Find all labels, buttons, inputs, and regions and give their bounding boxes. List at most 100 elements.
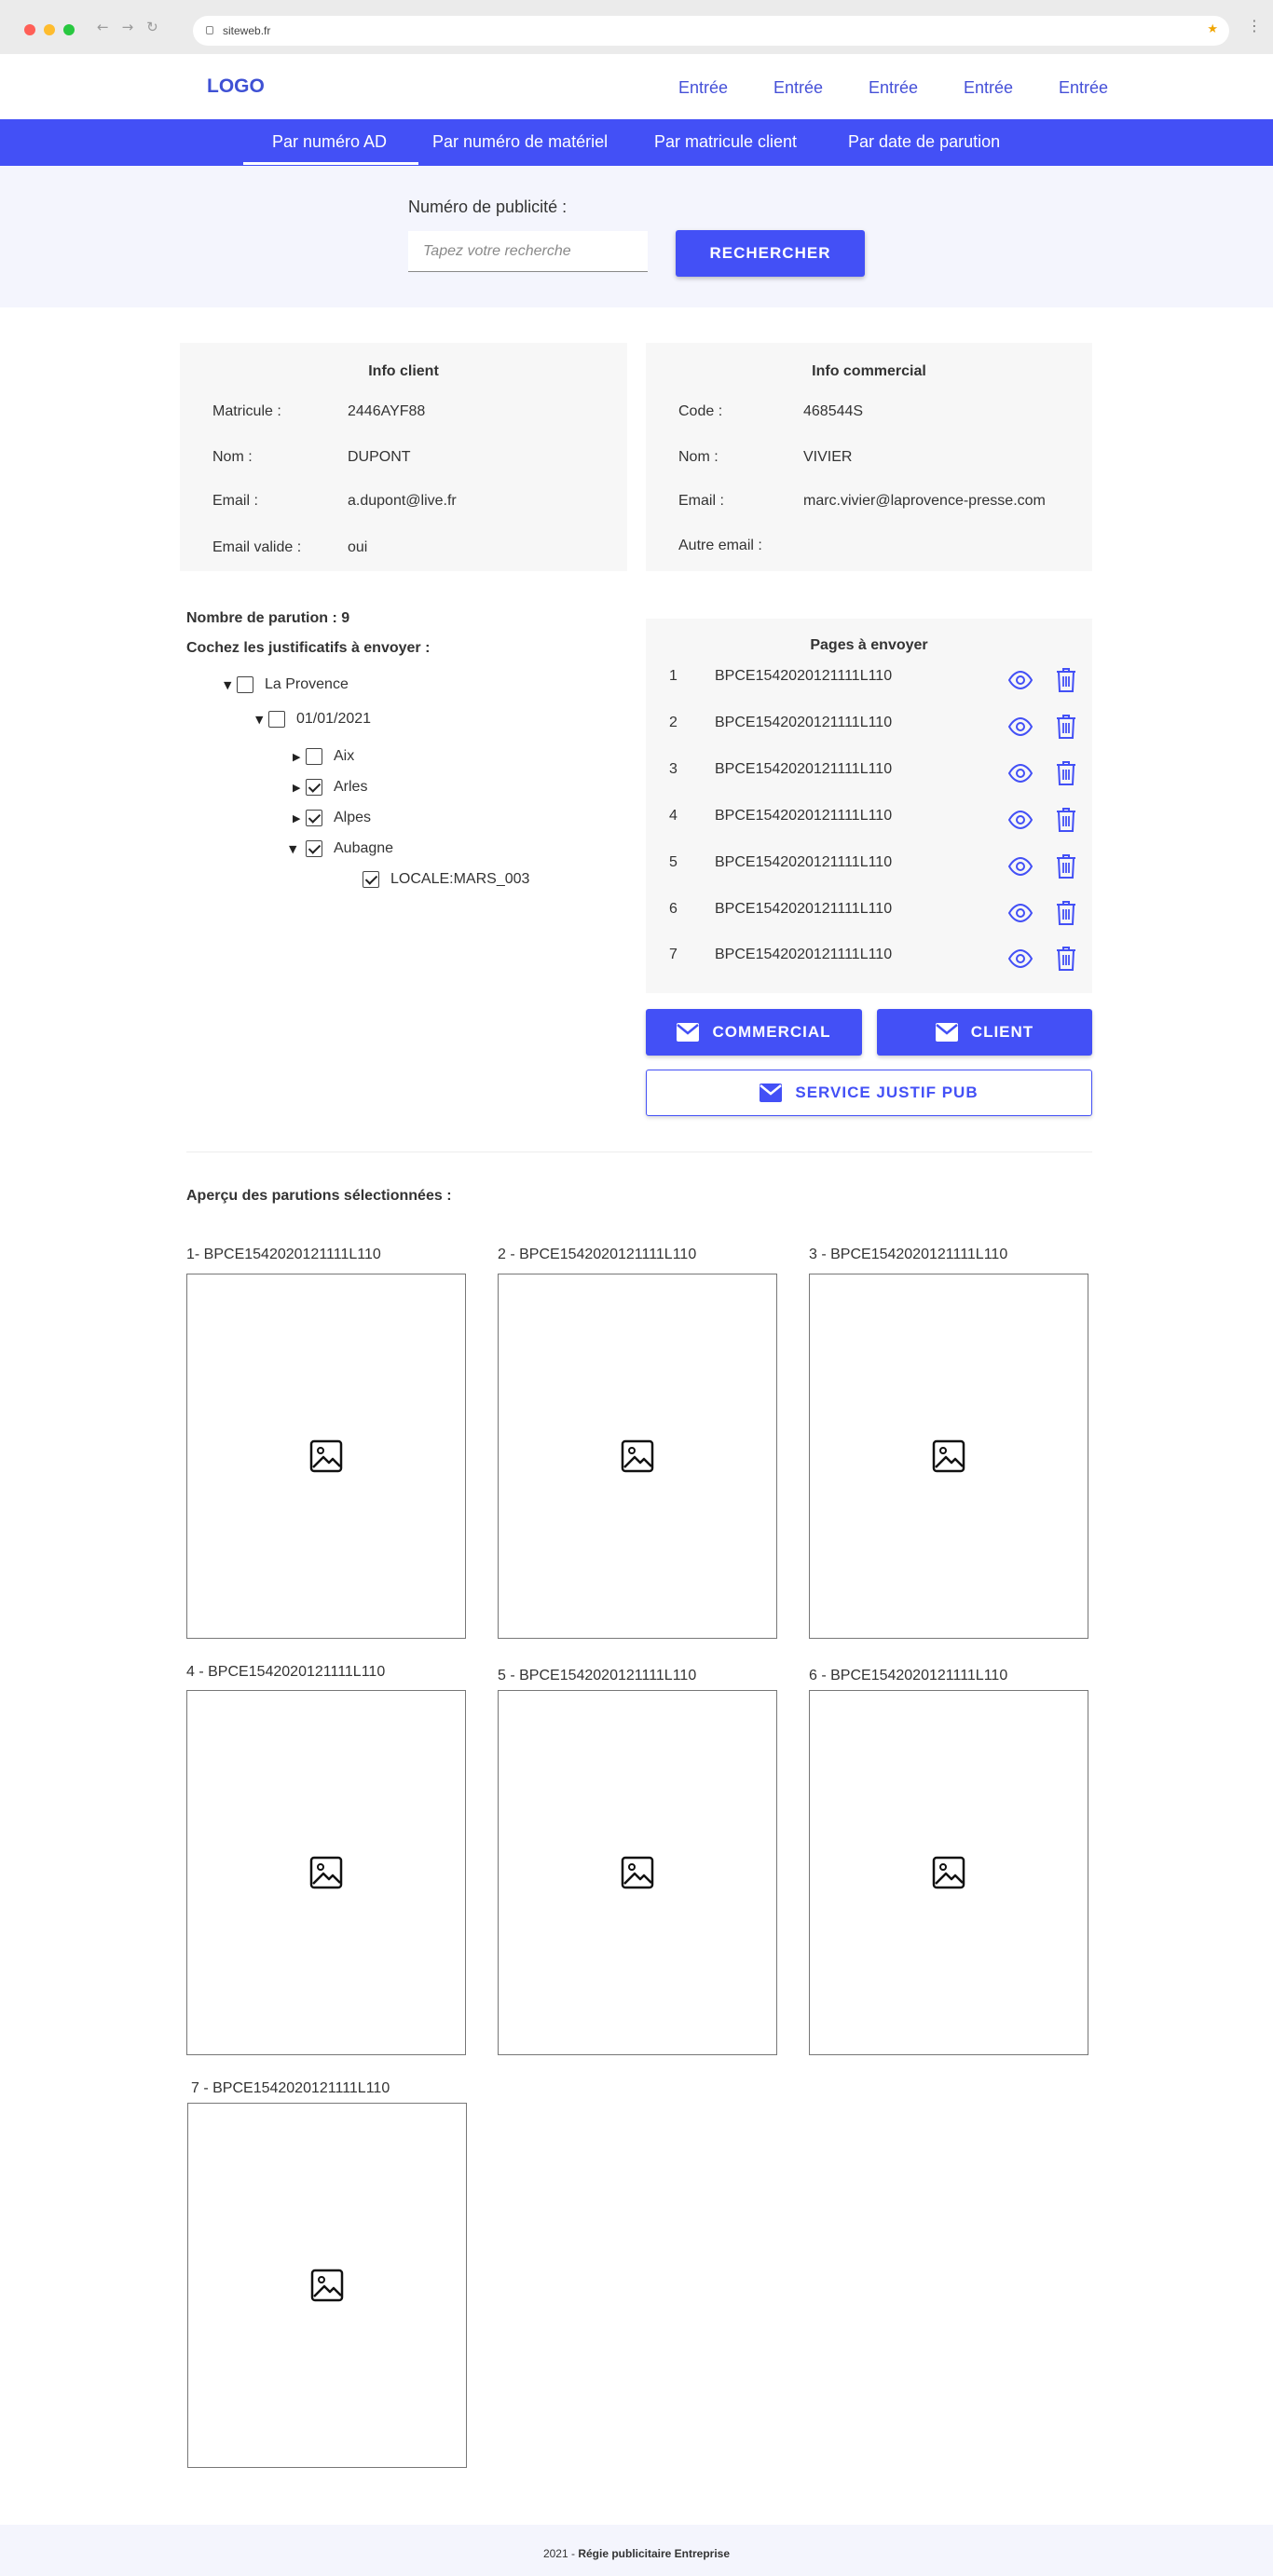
eye-icon[interactable] bbox=[1007, 717, 1033, 736]
page-number: 3 bbox=[669, 761, 678, 777]
checkbox[interactable] bbox=[306, 748, 322, 765]
trash-icon[interactable] bbox=[1056, 853, 1076, 879]
commercial-code-value: 468544S bbox=[803, 403, 864, 419]
preview-thumbnail[interactable] bbox=[498, 1274, 777, 1639]
tree-node-label: La Provence bbox=[265, 676, 349, 692]
reload-icon[interactable]: ↻ bbox=[146, 19, 158, 35]
send-service-justif-button[interactable]: SERVICE JUSTIF PUB bbox=[646, 1070, 1092, 1116]
footer-company: Régie publicitaire Entreprise bbox=[578, 2547, 731, 2560]
send-commercial-label: COMMERCIAL bbox=[712, 1023, 831, 1041]
preview-thumbnail[interactable] bbox=[498, 1690, 777, 2055]
page-code: BPCE1542020121111L110 bbox=[715, 761, 893, 777]
back-arrow-icon[interactable]: ← bbox=[97, 19, 109, 35]
parution-count: Nombre de parution : 9 bbox=[186, 610, 350, 626]
eye-icon[interactable] bbox=[1007, 949, 1033, 968]
commercial-email-value: marc.vivier@laprovence-presse.com bbox=[803, 493, 1046, 509]
preview-thumbnail[interactable] bbox=[809, 1274, 1088, 1639]
checkbox[interactable] bbox=[268, 711, 285, 728]
envelope-icon bbox=[935, 1023, 958, 1042]
preview-thumbnail[interactable] bbox=[186, 1690, 466, 2055]
forward-arrow-icon[interactable]: → bbox=[122, 19, 134, 35]
preview-thumbnail[interactable] bbox=[186, 1274, 466, 1639]
site-header: LOGO Entrée Entrée Entrée Entrée Entrée bbox=[0, 54, 1273, 119]
url-text[interactable]: siteweb.fr bbox=[223, 24, 270, 37]
checkbox-checked[interactable] bbox=[363, 871, 379, 888]
address-bar[interactable]: siteweb.fr ★ bbox=[193, 16, 1229, 46]
send-commercial-button[interactable]: COMMERCIAL bbox=[646, 1009, 862, 1056]
client-nom-value: DUPONT bbox=[348, 449, 411, 465]
eye-icon[interactable] bbox=[1007, 671, 1033, 689]
tab-par-matricule-client[interactable]: Par matricule client bbox=[654, 132, 797, 152]
caret-down-icon[interactable]: ▼ bbox=[255, 714, 268, 726]
tree-node-locale[interactable]: LOCALE:MARS_003 bbox=[363, 871, 529, 888]
page-row: 1 BPCE1542020121111L110 bbox=[646, 660, 1092, 706]
close-window-dot[interactable] bbox=[24, 24, 35, 35]
maximize-window-dot[interactable] bbox=[63, 24, 75, 35]
caret-right-icon[interactable]: ▶ bbox=[293, 812, 306, 825]
commercial-autre-email-label: Autre email : bbox=[678, 538, 762, 553]
client-email-label: Email : bbox=[212, 493, 258, 509]
trash-icon[interactable] bbox=[1056, 900, 1076, 926]
tree-node-alpes[interactable]: ▶ Alpes bbox=[293, 810, 371, 826]
trash-icon[interactable] bbox=[1056, 760, 1076, 786]
caret-down-icon[interactable]: ▼ bbox=[289, 843, 306, 855]
top-nav-link[interactable]: Entrée bbox=[1059, 78, 1154, 98]
commercial-info-title: Info commercial bbox=[812, 363, 926, 379]
top-nav-link[interactable]: Entrée bbox=[964, 78, 1059, 98]
search-input[interactable] bbox=[408, 231, 648, 272]
page-row: 4 BPCE1542020121111L110 bbox=[646, 799, 1092, 846]
tree-node-label: Arles bbox=[334, 779, 368, 795]
trash-icon[interactable] bbox=[1056, 946, 1076, 972]
justificatifs-instruction: Cochez les justificatifs à envoyer : bbox=[186, 640, 431, 656]
client-nom-label: Nom : bbox=[212, 449, 253, 465]
tree-node-label: 01/01/2021 bbox=[296, 711, 372, 727]
preview-thumbnail[interactable] bbox=[809, 1690, 1088, 2055]
top-nav-link[interactable]: Entrée bbox=[869, 78, 964, 98]
checkbox-checked[interactable] bbox=[306, 779, 322, 796]
checkbox-checked[interactable] bbox=[306, 840, 322, 857]
browser-menu-icon[interactable]: ⋮ bbox=[1247, 17, 1262, 34]
image-placeholder-icon bbox=[621, 1439, 654, 1473]
trash-icon[interactable] bbox=[1056, 667, 1076, 693]
eye-icon[interactable] bbox=[1007, 857, 1033, 876]
page-row: 2 BPCE1542020121111L110 bbox=[646, 706, 1092, 753]
caret-right-icon[interactable]: ▶ bbox=[293, 751, 306, 763]
bookmark-star-icon[interactable]: ★ bbox=[1207, 22, 1218, 36]
top-nav-link[interactable]: Entrée bbox=[678, 78, 773, 98]
send-client-label: CLIENT bbox=[970, 1023, 1034, 1041]
search-button[interactable]: RECHERCHER bbox=[676, 230, 865, 277]
tree-node-date[interactable]: ▼ 01/01/2021 bbox=[255, 711, 371, 728]
trash-icon[interactable] bbox=[1056, 807, 1076, 833]
browser-chrome: ← → ↻ siteweb.fr ★ ⋮ bbox=[0, 0, 1273, 54]
tree-node-aix[interactable]: ▶ Aix bbox=[293, 748, 354, 765]
tab-par-date-parution[interactable]: Par date de parution bbox=[848, 132, 1000, 152]
top-nav-link[interactable]: Entrée bbox=[773, 78, 869, 98]
client-email-value: a.dupont@live.fr bbox=[348, 493, 457, 509]
envelope-icon bbox=[760, 1084, 783, 1102]
site-logo[interactable]: LOGO bbox=[207, 75, 265, 98]
preview-thumbnail[interactable] bbox=[187, 2103, 467, 2468]
eye-icon[interactable] bbox=[1007, 904, 1033, 922]
tab-par-numero-ad[interactable]: Par numéro AD bbox=[272, 132, 387, 152]
tree-node-arles[interactable]: ▶ Arles bbox=[293, 779, 367, 796]
trash-icon[interactable] bbox=[1056, 714, 1076, 740]
pages-panel: Pages à envoyer 1 BPCE1542020121111L110 2 B… bbox=[646, 619, 1092, 993]
page-code: BPCE1542020121111L110 bbox=[715, 808, 893, 824]
page-code: BPCE1542020121111L110 bbox=[715, 668, 893, 684]
caret-down-icon[interactable]: ▼ bbox=[224, 679, 237, 691]
eye-icon[interactable] bbox=[1007, 764, 1033, 783]
image-placeholder-icon bbox=[309, 1856, 343, 1889]
page-code: BPCE1542020121111L110 bbox=[715, 901, 893, 917]
eye-icon[interactable] bbox=[1007, 811, 1033, 829]
checkbox[interactable] bbox=[237, 676, 253, 693]
caret-right-icon[interactable]: ▶ bbox=[293, 782, 306, 794]
minimize-window-dot[interactable] bbox=[44, 24, 55, 35]
tab-par-numero-materiel[interactable]: Par numéro de matériel bbox=[432, 132, 608, 152]
send-client-button[interactable]: CLIENT bbox=[877, 1009, 1092, 1056]
tree-node-label: Alpes bbox=[334, 810, 372, 825]
page-number: 4 bbox=[669, 808, 678, 824]
checkbox-checked[interactable] bbox=[306, 810, 322, 826]
tree-node-aubagne[interactable]: ▼ Aubagne bbox=[289, 840, 393, 857]
footer-year: 2021 - bbox=[542, 2547, 579, 2560]
tree-node-la-provence[interactable]: ▼ La Provence bbox=[224, 676, 349, 693]
